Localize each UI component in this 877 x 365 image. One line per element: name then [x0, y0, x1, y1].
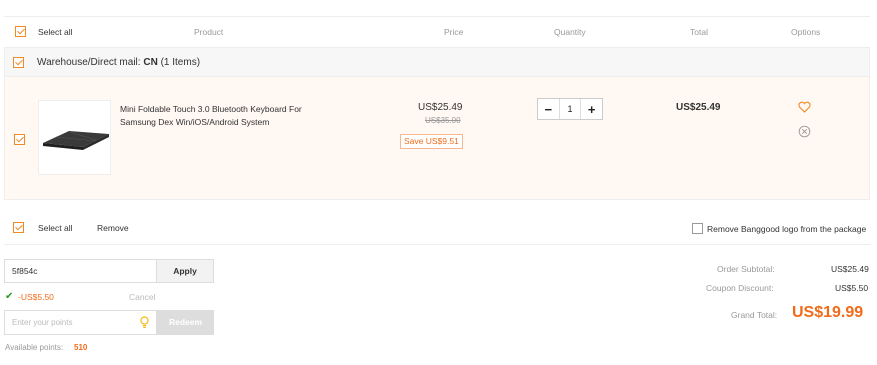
column-header-price: Price [444, 27, 464, 37]
cancel-coupon-link[interactable]: Cancel [129, 292, 155, 302]
keyboard-image [43, 131, 109, 150]
grand-total-label: Grand Total: [731, 310, 778, 320]
coupon-discount-label: Coupon Discount: [706, 283, 774, 293]
quantity-plus-button[interactable]: + [581, 99, 602, 119]
coupon-input[interactable]: 5f854c [4, 259, 157, 283]
column-header-product: Product [194, 27, 224, 37]
column-header-total: Total [690, 27, 708, 37]
coupon-discount-value: -US$5.50 [18, 292, 54, 302]
select-all-label-bottom[interactable]: Select all [38, 223, 73, 233]
apply-coupon-button[interactable]: Apply [156, 259, 214, 283]
coupon-discount-summary: US$5.50 [835, 283, 869, 293]
cart-header-row [4, 16, 870, 47]
product-title-line2[interactable]: Samsung Dex Win/iOS/Android System [120, 117, 269, 127]
product-thumbnail[interactable] [38, 100, 111, 175]
product-title-line1[interactable]: Mini Foldable Touch 3.0 Bluetooth Keyboa… [120, 104, 302, 114]
order-subtotal-label: Order Subtotal: [717, 264, 775, 274]
warehouse-label-text: Warehouse/Direct mail: [37, 57, 141, 68]
item-price: US$25.49 [418, 102, 463, 113]
item-old-price: US$35.00 [425, 116, 461, 125]
quantity-minus-button[interactable]: − [538, 99, 559, 119]
remove-selected-link[interactable]: Remove [97, 223, 129, 233]
delete-icon[interactable] [798, 125, 811, 138]
points-input[interactable]: Enter your points [4, 310, 157, 335]
order-subtotal-value: US$25.49 [831, 264, 869, 274]
remove-logo-label[interactable]: Remove Banggood logo from the package [707, 224, 866, 234]
grand-total-value: US$19.99 [792, 304, 864, 321]
section-divider [4, 244, 870, 245]
item-total: US$25.49 [676, 102, 721, 113]
warehouse-label: Warehouse/Direct mail: CN (1 Items) [37, 57, 200, 68]
column-header-quantity: Quantity [554, 27, 586, 37]
lightbulb-icon [140, 316, 149, 328]
select-all-checkbox-bottom[interactable] [13, 222, 24, 233]
select-all-checkbox-top[interactable] [15, 26, 26, 37]
warehouse-checkbox[interactable] [13, 57, 24, 68]
redeem-button[interactable]: Redeem [157, 310, 214, 335]
column-header-options: Options [791, 27, 821, 37]
check-icon: ✔ [5, 291, 14, 302]
select-all-label-top: Select all [38, 27, 73, 37]
remove-logo-checkbox[interactable] [692, 223, 703, 234]
quantity-input[interactable]: 1 [558, 99, 582, 119]
available-points-value: 510 [74, 343, 88, 352]
quantity-stepper: − 1 + [537, 98, 603, 120]
warehouse-origin: CN [143, 57, 158, 68]
available-points-label: Available points: [5, 343, 64, 352]
item-checkbox[interactable] [14, 134, 25, 145]
save-badge: Save US$9.51 [400, 134, 463, 149]
warehouse-item-count: (1 Items) [160, 57, 201, 68]
heart-icon[interactable] [798, 101, 811, 113]
